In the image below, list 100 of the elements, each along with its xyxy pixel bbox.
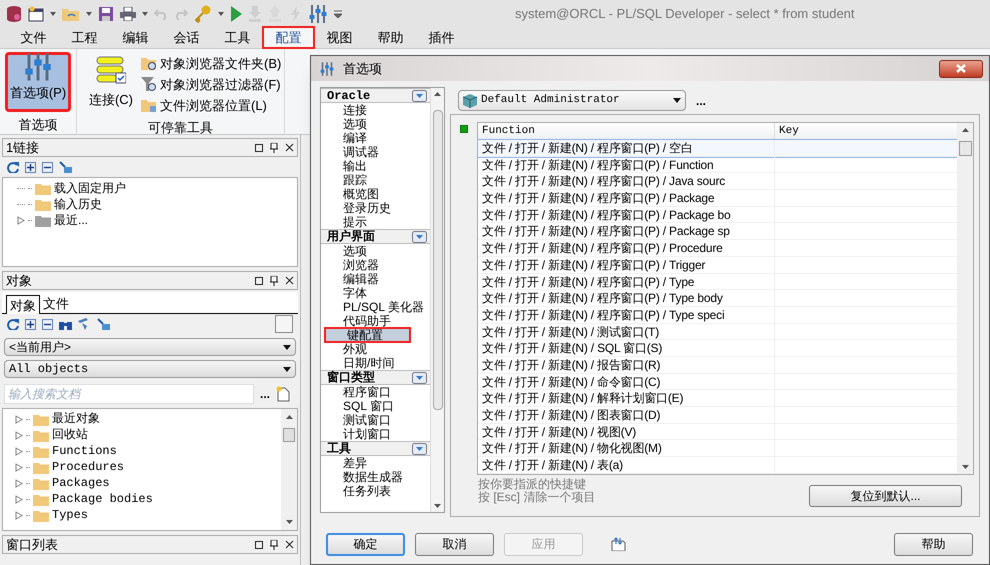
expand-all-icon[interactable] xyxy=(25,162,36,172)
category-header[interactable]: 用户界面 xyxy=(321,229,430,244)
new-document-icon[interactable] xyxy=(276,386,290,402)
help-button[interactable]: 帮助 xyxy=(894,532,973,556)
expand-all-icon[interactable] xyxy=(25,318,36,330)
scroll-thumb[interactable] xyxy=(283,428,295,442)
printer-icon[interactable] xyxy=(120,6,136,20)
tree-item[interactable]: 最近... xyxy=(54,211,88,229)
collapse-icon[interactable] xyxy=(412,230,427,242)
pin-icon[interactable] xyxy=(270,276,278,286)
table-row[interactable]: 文件 / 打开 / 新建(N) / 程序窗口(P) / Type speci xyxy=(478,306,957,324)
menu-tab[interactable]: 会话 xyxy=(161,27,212,48)
category-item[interactable]: 测试窗口 xyxy=(321,413,430,427)
search-field[interactable]: 输入搜索文档 xyxy=(4,384,254,404)
refresh-icon[interactable] xyxy=(7,161,19,173)
tree-item[interactable]: Packages xyxy=(52,474,110,492)
reset-button[interactable]: 复位到默认... xyxy=(809,485,962,507)
tree-item[interactable]: 回收站 xyxy=(52,426,88,444)
category-item[interactable]: 差异 xyxy=(321,456,430,470)
close-icon[interactable] xyxy=(285,276,294,285)
category-header[interactable]: Oracle xyxy=(321,88,430,103)
table-row[interactable]: 文件 / 打开 / 新建(N) / 报告窗口(R) xyxy=(478,356,957,374)
menu-tab[interactable]: 配置 xyxy=(263,27,314,48)
column-header[interactable]: Key xyxy=(775,123,957,139)
ribbon-item[interactable]: 对象浏览器过滤器(F) xyxy=(141,75,282,94)
save-icon[interactable] xyxy=(98,6,114,22)
tree-item[interactable]: 最近对象 xyxy=(52,410,100,428)
more-button[interactable]: ... xyxy=(260,385,270,403)
customize-toolbar-icon[interactable] xyxy=(334,10,342,18)
table-row[interactable]: 文件 / 打开 / 新建(N) / 程序窗口(P) / Type xyxy=(478,274,957,290)
collapse-icon[interactable] xyxy=(412,372,427,384)
pin-icon[interactable] xyxy=(270,540,278,550)
menu-tab[interactable]: 文件 xyxy=(8,27,59,48)
collapse-all-icon[interactable] xyxy=(42,162,53,172)
table-row[interactable]: 文件 / 打开 / 新建(N) / 解释计划窗口(E) xyxy=(478,390,957,407)
category-item[interactable]: 代码助手 xyxy=(321,314,430,328)
table-row[interactable]: 文件 / 打开 / 新建(N) / 视图(V) xyxy=(478,424,957,440)
category-item[interactable]: 登录历史 xyxy=(321,201,430,215)
maximize-icon[interactable] xyxy=(255,144,263,152)
scroll-thumb[interactable] xyxy=(432,110,442,410)
ribbon-item[interactable]: 文件浏览器位置(L) xyxy=(141,96,282,115)
category-item[interactable]: 提示 xyxy=(321,215,430,229)
dropdown[interactable]: <当前用户> xyxy=(4,338,296,356)
table-row[interactable]: 文件 / 打开 / 新建(N) / 程序窗口(P) / Package xyxy=(478,190,957,207)
database-icon[interactable] xyxy=(6,4,22,22)
dropdown-arrow-icon[interactable] xyxy=(218,12,224,16)
category-item[interactable]: 任务列表 xyxy=(321,484,430,498)
category-item[interactable]: 数据生成器 xyxy=(321,470,430,484)
table-row[interactable]: 文件 / 打开 / 新建(N) / 程序窗口(P) / Java sourc xyxy=(478,173,957,190)
tools-icon[interactable] xyxy=(59,161,72,173)
profile-dropdown[interactable]: Default Administrator xyxy=(458,90,686,111)
menu-tab[interactable]: 插件 xyxy=(416,27,467,48)
refresh-icon[interactable] xyxy=(7,318,19,330)
sliders-icon[interactable] xyxy=(308,4,328,24)
category-item[interactable]: 输出 xyxy=(321,159,430,173)
new-window-icon[interactable] xyxy=(28,6,44,22)
pin-icon[interactable] xyxy=(270,142,278,152)
category-item[interactable]: 编辑器 xyxy=(321,272,430,286)
category-item[interactable]: 调试器 xyxy=(321,145,430,159)
tree-item[interactable]: 载入固定用户 xyxy=(54,179,126,197)
table-row[interactable]: 文件 / 打开 / 新建(N) / 程序窗口(P) / 空白 xyxy=(478,140,957,157)
category-item[interactable]: SQL 窗口 xyxy=(321,399,430,413)
tree-item[interactable]: Package bodies xyxy=(52,490,153,508)
table-row[interactable]: 文件 / 打开 / 新建(N) / 程序窗口(P) / Procedure xyxy=(478,240,957,257)
filter-icon[interactable] xyxy=(78,318,91,330)
collapse-all-icon[interactable] xyxy=(42,318,53,330)
dropdown-arrow-icon[interactable] xyxy=(142,12,148,16)
menu-tab[interactable]: 工具 xyxy=(212,27,263,48)
ribbon-item[interactable]: 对象浏览器文件夹(B) xyxy=(141,54,282,73)
folder-open-icon[interactable] xyxy=(62,6,80,20)
category-item[interactable]: 编译 xyxy=(321,131,430,145)
category-item[interactable]: PL/SQL 美化器 xyxy=(321,300,430,314)
category-item[interactable]: 程序窗口 xyxy=(321,385,430,399)
category-item[interactable]: 浏览器 xyxy=(321,258,430,272)
table-row[interactable]: 文件 / 打开 / 新建(N) / SQL 窗口(S) xyxy=(478,340,957,357)
category-item[interactable]: 选项 xyxy=(321,117,430,131)
table-row[interactable]: 文件 / 打开 / 新建(N) / 物化视图(M) xyxy=(478,440,957,458)
collapse-icon[interactable] xyxy=(412,90,427,102)
dropdown[interactable]: All objects xyxy=(4,360,296,378)
table-row[interactable]: 文件 / 打开 / 新建(N) / 命令窗口(C) xyxy=(478,374,957,390)
tree-item[interactable]: Types xyxy=(52,506,88,524)
table-row[interactable]: 文件 / 打开 / 新建(N) / 程序窗口(P) / Package bo xyxy=(478,206,957,224)
category-item[interactable]: 日期/时间 xyxy=(321,356,430,370)
tab[interactable]: 对象 xyxy=(6,295,40,314)
category-header[interactable]: 窗口类型 xyxy=(321,370,430,385)
tree-item[interactable]: Procedures xyxy=(52,458,124,476)
scrollbar[interactable] xyxy=(430,88,444,512)
table-row[interactable]: 文件 / 打开 / 新建(N) / 程序窗口(P) / Package sp xyxy=(478,223,957,240)
scroll-thumb[interactable] xyxy=(958,141,972,156)
scrollbar[interactable] xyxy=(957,123,973,474)
close-icon[interactable] xyxy=(285,540,294,549)
menu-tab[interactable]: 编辑 xyxy=(110,27,161,48)
scrollbar[interactable] xyxy=(281,409,297,530)
close-icon[interactable] xyxy=(285,143,294,152)
category-header[interactable]: 工具 xyxy=(321,441,430,456)
tools-icon[interactable] xyxy=(97,318,110,330)
square-button[interactable] xyxy=(275,315,293,333)
menu-tab[interactable]: 帮助 xyxy=(365,27,416,48)
dialog-button[interactable]: 确定 xyxy=(326,532,405,556)
category-item[interactable]: 字体 xyxy=(321,286,430,300)
